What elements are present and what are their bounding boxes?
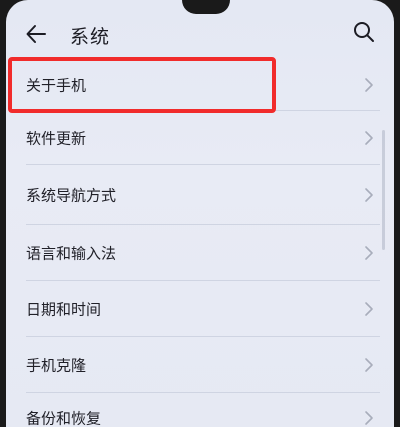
settings-item-language-input[interactable]: 语言和输入法 [6,225,394,281]
scrollbar[interactable] [382,130,385,250]
settings-item-label: 系统导航方式 [26,186,117,205]
settings-screen: 系统 关于手机 软件更新 系统导航方式 语言和输入法 日期和时间 手机克隆 备份… [6,0,394,427]
chevron-right-icon [364,245,374,261]
chevron-right-icon [364,187,374,203]
settings-item-about-phone[interactable]: 关于手机 [6,58,394,111]
settings-item-label: 备份和恢复 [26,409,102,427]
search-icon[interactable] [352,20,376,44]
chevron-right-icon [364,130,374,146]
page-title: 系统 [70,26,111,48]
camera-notch [182,0,230,14]
chevron-right-icon [364,301,374,317]
settings-item-label: 关于手机 [26,76,87,94]
chevron-right-icon [364,357,374,373]
arrow-left-icon[interactable] [24,22,48,46]
phone-frame: 系统 关于手机 软件更新 系统导航方式 语言和输入法 日期和时间 手机克隆 备份… [0,0,400,427]
chevron-right-icon [364,410,374,426]
settings-item-label: 软件更新 [26,129,87,148]
settings-list: 关于手机 软件更新 系统导航方式 语言和输入法 日期和时间 手机克隆 备份和恢复 [6,58,394,427]
settings-item-label: 语言和输入法 [26,244,117,263]
settings-item-date-time[interactable]: 日期和时间 [6,281,394,337]
settings-item-label: 手机克隆 [26,356,87,375]
settings-item-navigation[interactable]: 系统导航方式 [6,165,394,225]
settings-item-backup-restore[interactable]: 备份和恢复 [6,393,394,427]
settings-item-phone-clone[interactable]: 手机克隆 [6,337,394,393]
settings-item-label: 日期和时间 [26,300,102,319]
chevron-right-icon [364,77,374,93]
settings-item-software-update[interactable]: 软件更新 [6,111,394,165]
